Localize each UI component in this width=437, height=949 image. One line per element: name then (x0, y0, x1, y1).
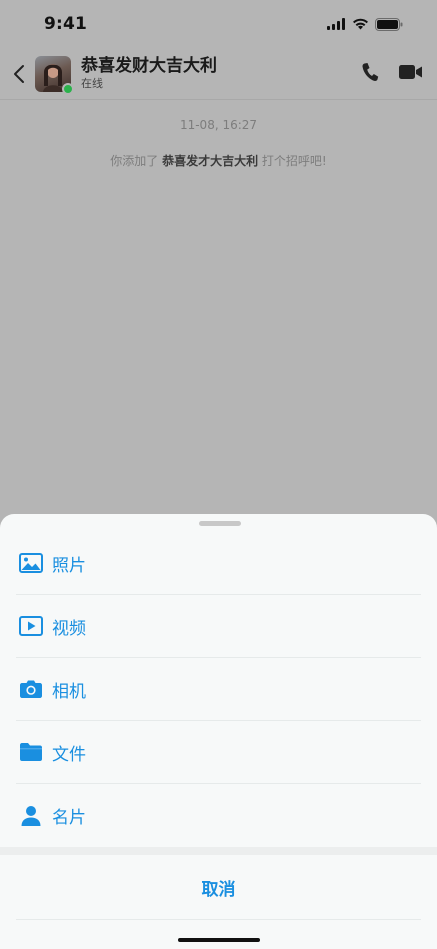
camera-icon (18, 677, 44, 701)
sheet-item-video[interactable]: 视频 (16, 595, 421, 658)
phone-icon (362, 62, 379, 81)
battery-icon (375, 17, 403, 31)
home-indicator[interactable] (178, 938, 260, 942)
sheet-item-file[interactable]: 文件 (16, 721, 421, 784)
contact-card-icon (18, 804, 44, 828)
video-camera-icon (399, 64, 422, 79)
sheet-item-label: 相机 (52, 681, 86, 702)
contact-info[interactable]: 恭喜发财大吉大利 在线 (81, 56, 217, 91)
system-message-prefix: 你添加了 (110, 154, 163, 168)
contact-status: 在线 (81, 77, 103, 90)
contact-name: 恭喜发财大吉大利 (81, 56, 217, 76)
phone-call-button[interactable] (361, 62, 379, 86)
status-icons (327, 17, 403, 31)
wifi-icon (353, 18, 368, 30)
status-time: 9:41 (44, 14, 88, 34)
folder-icon (18, 740, 44, 764)
system-message-suffix: 打个招呼吧! (258, 154, 327, 168)
header-actions (361, 62, 437, 86)
back-button[interactable] (0, 48, 34, 100)
chat-header: 恭喜发财大吉大利 在线 (0, 48, 437, 100)
sheet-item-label: 视频 (52, 618, 86, 639)
cancel-button[interactable]: 取消 (0, 855, 437, 919)
attachment-action-sheet: 照片 视频 相机 文件 名片 取消 (0, 514, 437, 949)
chevron-left-icon (14, 64, 24, 83)
system-message: 你添加了 恭喜发才大吉大利 打个招呼吧! (0, 152, 437, 169)
system-message-name: 恭喜发才大吉大利 (162, 154, 259, 168)
sheet-item-contact-card[interactable]: 名片 (16, 784, 421, 847)
online-indicator (62, 82, 74, 95)
video-icon (18, 614, 44, 638)
sheet-item-label: 文件 (52, 744, 86, 765)
bottom-divider (16, 919, 421, 920)
status-bar: 9:41 (0, 0, 437, 48)
sheet-divider (0, 847, 437, 855)
sheet-options-list: 照片 视频 相机 文件 名片 (16, 532, 421, 847)
video-call-button[interactable] (399, 64, 423, 84)
sheet-item-photo[interactable]: 照片 (16, 532, 421, 595)
chat-area: 11-08, 16:27 你添加了 恭喜发才大吉大利 打个招呼吧! (0, 100, 437, 514)
signal-icon (327, 18, 345, 30)
avatar[interactable] (35, 55, 74, 95)
sheet-grabber[interactable] (199, 521, 241, 526)
sheet-item-label: 名片 (52, 808, 86, 828)
sheet-item-camera[interactable]: 相机 (16, 658, 421, 721)
sheet-item-label: 照片 (52, 555, 86, 576)
photo-icon (18, 551, 44, 575)
chat-timestamp: 11-08, 16:27 (179, 118, 258, 132)
